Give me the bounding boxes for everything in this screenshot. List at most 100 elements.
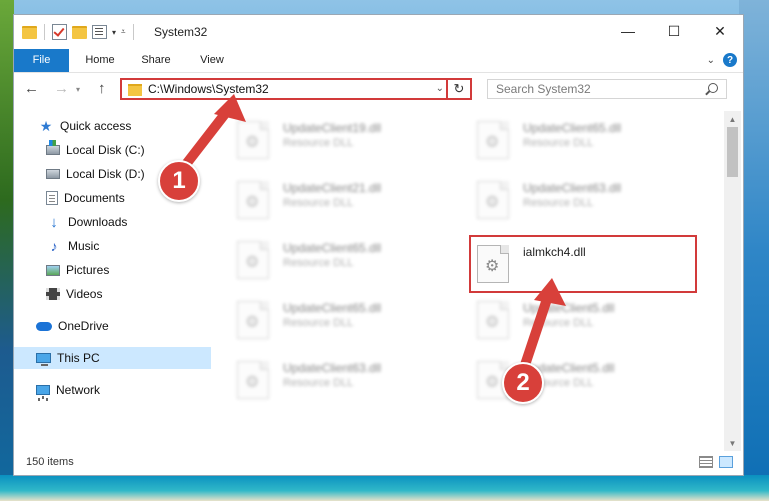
customize-toolbar-icon[interactable]: ⩡ xyxy=(121,27,126,37)
minimize-button[interactable]: — xyxy=(605,15,651,47)
help-icon[interactable]: ? xyxy=(723,53,737,67)
drive-icon xyxy=(46,169,60,179)
recent-locations-icon[interactable]: ▾ xyxy=(76,85,80,94)
chevron-down-icon[interactable]: ⌄ xyxy=(436,83,444,94)
refresh-icon[interactable]: ↻ xyxy=(446,80,470,98)
tab-view[interactable]: View xyxy=(197,49,227,72)
sidebar-item-documents[interactable]: Documents 📌 xyxy=(14,187,239,209)
file-highlight-box xyxy=(469,235,697,293)
properties-check-icon[interactable] xyxy=(52,24,67,40)
tab-home[interactable]: Home xyxy=(80,49,120,72)
address-path[interactable]: C:\Windows\System32 xyxy=(148,82,269,96)
details-view-icon[interactable] xyxy=(699,456,713,468)
sidebar-item-local-disk-d[interactable]: Local Disk (D:) 📌 xyxy=(14,163,239,185)
folder-icon xyxy=(128,84,142,96)
file-name: UpdateClient63.dll xyxy=(523,181,622,195)
file-explorer-window: ▾ ⩡ System32 — ☐ ✕ File Home Share View … xyxy=(13,14,744,476)
expand-ribbon-icon[interactable]: ⌄ xyxy=(707,55,715,66)
sidebar-item-music[interactable]: ♪ Music 📌 xyxy=(14,235,239,257)
scrollbar-thumb[interactable] xyxy=(727,127,738,177)
sidebar-item-onedrive[interactable]: OneDrive xyxy=(14,315,229,337)
sidebar-item-label: Local Disk (C:) xyxy=(66,143,145,157)
large-icons-view-icon[interactable] xyxy=(719,456,733,468)
file-item[interactable]: UpdateClient65.dll Resource DLL xyxy=(477,115,687,165)
dll-file-icon xyxy=(477,181,509,219)
sidebar-item-local-disk-c[interactable]: Local Disk (C:) 📌 xyxy=(14,139,239,161)
scroll-down-icon[interactable]: ▼ xyxy=(724,435,741,451)
sidebar-item-network[interactable]: Network xyxy=(14,379,229,401)
step-marker-1: 1 xyxy=(158,160,200,202)
sidebar-item-label: Documents xyxy=(64,191,125,205)
item-count: 150 items xyxy=(26,456,74,468)
close-button[interactable]: ✕ xyxy=(697,15,743,47)
sidebar-item-label: Videos xyxy=(66,287,103,301)
chevron-down-icon[interactable]: ▾ xyxy=(112,28,116,37)
window-controls: — ☐ ✕ xyxy=(605,15,743,47)
new-folder-icon[interactable] xyxy=(72,25,87,39)
sidebar-item-this-pc[interactable]: This PC xyxy=(14,347,229,369)
file-item[interactable]: UpdateClient21.dll Resource DLL xyxy=(237,175,447,225)
search-input[interactable]: Search System32 xyxy=(487,79,727,99)
file-item[interactable]: UpdateClient65.dll Resource DLL xyxy=(237,235,447,285)
navigation-bar: ← → ▾ ↑ C:\Windows\System32 ⌄ ↻ Search S… xyxy=(14,73,743,107)
drive-icon xyxy=(46,140,60,155)
step-marker-2: 2 xyxy=(502,362,544,404)
file-type: Resource DLL xyxy=(523,317,594,329)
file-name: UpdateClient65.dll xyxy=(523,121,622,135)
scroll-up-icon[interactable]: ▲ xyxy=(724,111,741,127)
download-icon: ↓ xyxy=(50,213,58,231)
file-type: Resource DLL xyxy=(523,137,594,149)
dll-file-icon xyxy=(237,121,269,159)
pictures-icon xyxy=(46,264,60,276)
vertical-scrollbar[interactable]: ▲ ▼ xyxy=(724,111,741,451)
file-name: UpdateClient5.dll xyxy=(523,301,615,315)
sidebar-item-label: This PC xyxy=(57,351,100,365)
cloud-icon xyxy=(36,321,52,331)
dll-file-icon xyxy=(237,241,269,279)
window-title: System32 xyxy=(154,25,208,39)
file-type: Resource DLL xyxy=(283,377,354,389)
file-name: UpdateClient63.dll xyxy=(283,361,382,375)
ribbon-right-controls: ⌄ ? xyxy=(707,53,737,67)
file-item[interactable]: UpdateClient5.dll Resource DLL xyxy=(477,295,687,345)
computer-icon xyxy=(36,353,51,366)
address-bar[interactable]: C:\Windows\System32 ⌄ ↻ xyxy=(120,78,472,100)
back-arrow-icon[interactable]: ← xyxy=(24,80,39,97)
desktop-background-left xyxy=(0,0,14,501)
file-type: Resource DLL xyxy=(283,317,354,329)
file-item[interactable]: UpdateClient65.dll Resource DLL xyxy=(237,295,447,345)
file-item[interactable]: UpdateClient63.dll Resource DLL xyxy=(237,355,447,405)
file-name: UpdateClient65.dll xyxy=(283,301,382,315)
videos-icon xyxy=(46,288,60,300)
file-name: UpdateClient19.dll xyxy=(283,121,382,135)
sidebar-item-quick-access[interactable]: ★ Quick access xyxy=(14,115,231,137)
toolbar-separator xyxy=(132,24,134,40)
status-bar: 150 items xyxy=(14,451,743,475)
desktop-background-bottom xyxy=(0,475,769,501)
sidebar-item-pictures[interactable]: Pictures 📌 xyxy=(14,259,239,281)
tab-share[interactable]: Share xyxy=(138,49,174,72)
sidebar-item-label: Music xyxy=(68,239,100,253)
file-type: Resource DLL xyxy=(283,257,354,269)
file-type: Resource DLL xyxy=(283,137,354,149)
sidebar-item-label: Network xyxy=(56,383,101,397)
maximize-button[interactable]: ☐ xyxy=(651,15,697,47)
dll-file-icon xyxy=(237,361,269,399)
ribbon-tabs: File Home Share View ⌄ ? xyxy=(14,49,743,73)
sidebar-item-label: Local Disk (D:) xyxy=(66,167,145,181)
quick-access-toolbar: ▾ ⩡ xyxy=(22,24,136,40)
dll-file-icon xyxy=(237,301,269,339)
file-list: UpdateClient19.dll Resource DLL UpdateCl… xyxy=(211,111,721,447)
view-switcher xyxy=(699,456,733,468)
file-item[interactable]: UpdateClient63.dll Resource DLL xyxy=(477,175,687,225)
sidebar-item-label: OneDrive xyxy=(58,319,109,333)
file-item[interactable]: UpdateClient19.dll Resource DLL xyxy=(237,115,447,165)
forward-arrow-icon[interactable]: → xyxy=(54,80,69,97)
sidebar-item-videos[interactable]: Videos 📌 xyxy=(14,283,239,305)
sidebar-item-downloads[interactable]: ↓ Downloads 📌 xyxy=(14,211,239,233)
search-placeholder: Search System32 xyxy=(496,82,591,96)
tab-file[interactable]: File xyxy=(14,49,69,72)
up-arrow-icon[interactable]: ↑ xyxy=(98,80,106,97)
properties-icon[interactable] xyxy=(92,25,107,39)
file-type: Resource DLL xyxy=(523,197,594,209)
